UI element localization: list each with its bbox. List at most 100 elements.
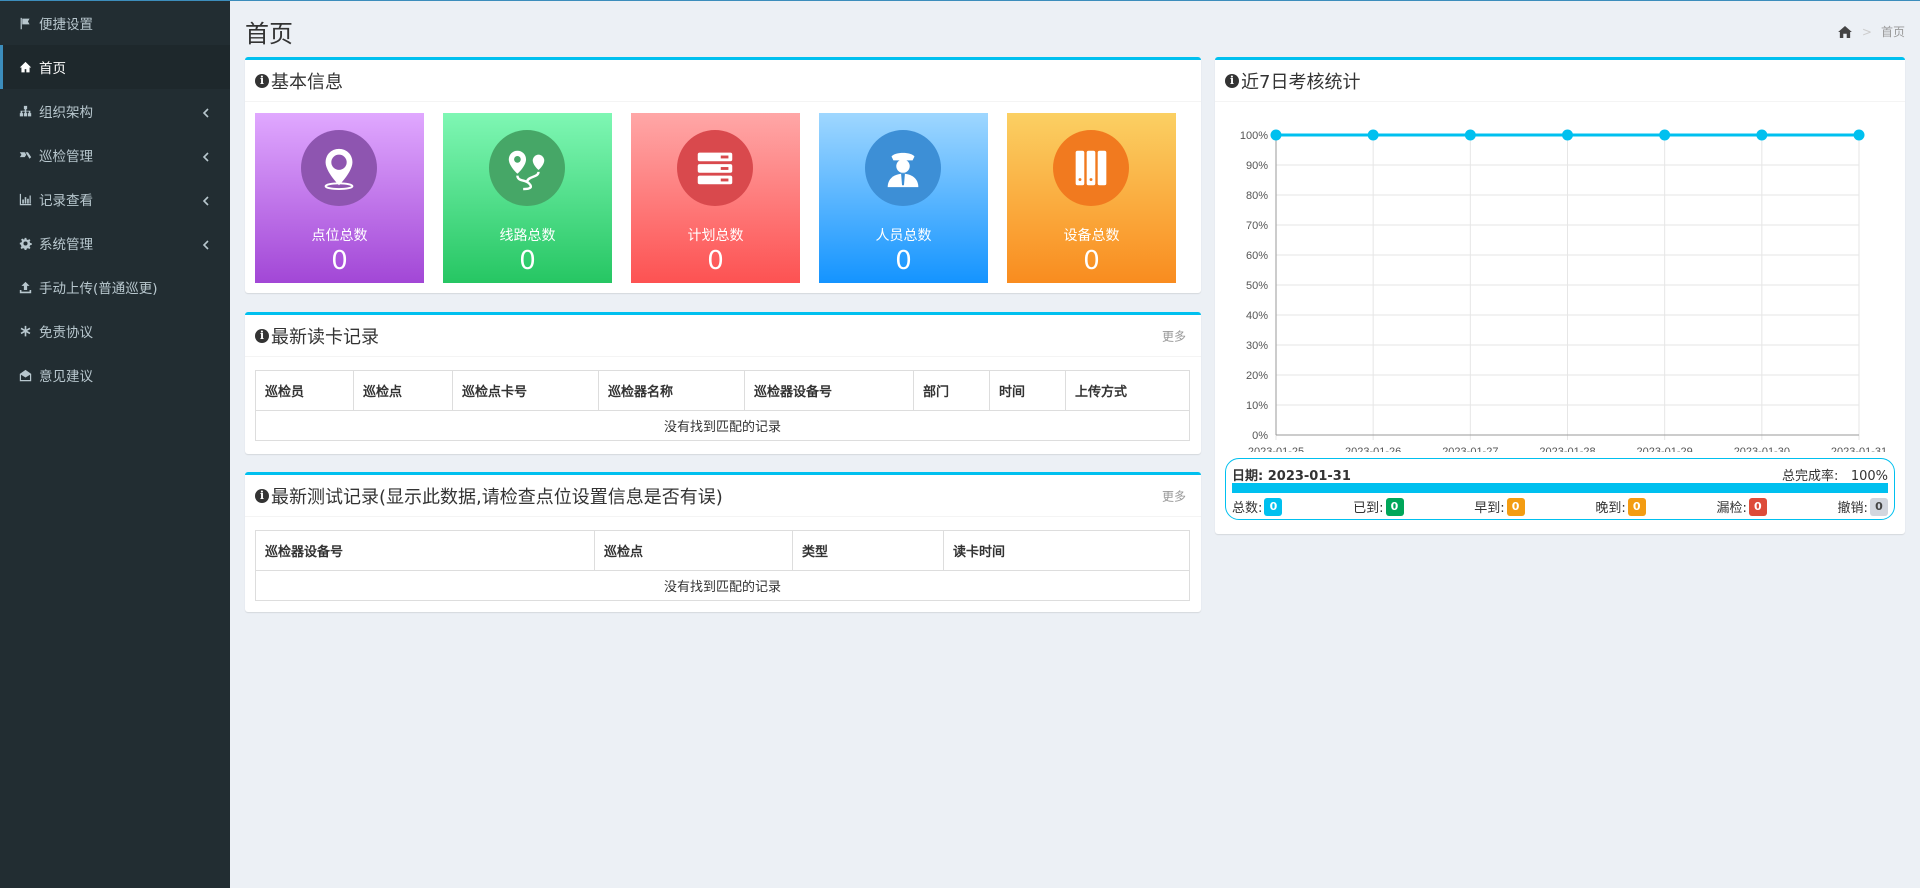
- stat-cards: 点位总数 0 线路总数 0 计划总数 0 人员总数 0 设备总数 0: [255, 113, 1176, 283]
- chevron-left-icon: [202, 238, 210, 250]
- panel-title: i 最新读卡记录: [255, 323, 379, 349]
- envelope-open-icon: [17, 368, 33, 382]
- x-tick-label: 2023-01-28: [1539, 446, 1595, 452]
- basic-info-header: i 基本信息: [245, 60, 1201, 102]
- panel-title-text: 最新测试记录(显示此数据,请检查点位设置信息是否有误): [271, 486, 723, 508]
- sidebar-item-label: 巡检管理: [39, 149, 93, 165]
- column-header[interactable]: 类型: [792, 530, 944, 571]
- stat-card-value: 0: [895, 246, 912, 276]
- info-icon: i: [255, 488, 269, 503]
- data-point: [1270, 129, 1282, 141]
- more-link[interactable]: 更多: [1162, 487, 1186, 504]
- progress-fill: [1232, 483, 1888, 493]
- sidebar-item-home[interactable]: 首页: [0, 45, 230, 89]
- home-icon[interactable]: [1838, 25, 1852, 38]
- x-tick-label: 2023-01-27: [1442, 446, 1498, 452]
- y-tick-label: 20%: [1246, 370, 1268, 382]
- sidebar-item-disclaimer[interactable]: 免责协议: [0, 309, 230, 353]
- stat-card-plans[interactable]: 计划总数 0: [631, 113, 800, 283]
- breadcrumb-separator: >: [1861, 24, 1872, 39]
- bar-chart-icon: [17, 192, 33, 206]
- sidebar-item-patrol-management[interactable]: 巡检管理: [0, 133, 230, 177]
- column-header[interactable]: 巡检器名称: [598, 370, 745, 411]
- column-header[interactable]: 巡检器设备号: [744, 370, 914, 411]
- flag-icon: [17, 16, 33, 30]
- x-tick-label: 2023-01-31: [1831, 446, 1887, 452]
- completion-line-chart: 0% 10% 20% 30% 40% 50% 60% 70% 80% 90% 100% 2023-01…: [1240, 129, 1887, 452]
- weekly-stats-panel: i 近7日考核统计 0% 10% 20% 30% 40% 50% 60% 70% 80% 90% 1…: [1215, 57, 1905, 534]
- stat-card-value: 0: [519, 246, 536, 276]
- x-tick-label: 2023-01-25: [1248, 446, 1304, 452]
- column-header[interactable]: 读卡时间: [943, 530, 1190, 571]
- panel-title-text: 基本信息: [271, 71, 343, 93]
- column-header[interactable]: 部门: [913, 370, 990, 411]
- column-header[interactable]: 巡检器设备号: [255, 530, 595, 571]
- test-records-table: 巡检器设备号 巡检点 类型 读卡时间 没有找到匹配的记录: [255, 530, 1190, 601]
- empty-message: 没有找到匹配的记录: [663, 580, 781, 595]
- data-point: [1853, 129, 1865, 141]
- data-point: [1367, 129, 1379, 141]
- stat-card-devices[interactable]: 设备总数 0: [1007, 113, 1176, 283]
- stat-missed: 漏检: 0: [1716, 497, 1767, 516]
- sidebar: 便捷设置 首页 组织架构 巡检管理 记录查看 系统管理 手动上传(普通巡更) 免…: [0, 0, 230, 888]
- column-header[interactable]: 巡检点: [353, 370, 453, 411]
- status-badge: 0: [1385, 497, 1404, 516]
- completion-progress-bar: [1232, 483, 1888, 493]
- stat-label: 早到:: [1474, 501, 1505, 516]
- sidebar-item-quick-settings[interactable]: 便捷设置: [0, 1, 230, 45]
- sidebar-item-label: 手动上传(普通巡更): [39, 281, 158, 297]
- column-header[interactable]: 巡检点卡号: [452, 370, 599, 411]
- column-header[interactable]: 巡检员: [255, 370, 354, 411]
- asterisk-icon: [17, 324, 33, 338]
- chevron-left-icon: [202, 106, 210, 118]
- stat-card-routes[interactable]: 线路总数 0: [443, 113, 612, 283]
- status-badge: 0: [1748, 497, 1767, 516]
- column-header[interactable]: 上传方式: [1065, 370, 1190, 411]
- stat-card-value: 0: [707, 246, 724, 276]
- status-badge: 0: [1869, 497, 1888, 516]
- page-title: 首页: [245, 20, 293, 48]
- weekly-stats-header: i 近7日考核统计: [1215, 60, 1905, 102]
- breadcrumb-current: 首页: [1880, 25, 1905, 39]
- completion-rate-value: 100%: [1850, 469, 1888, 484]
- tasks-icon: [17, 148, 33, 162]
- test-records-panel: i 最新测试记录(显示此数据,请检查点位设置信息是否有误) 更多 巡检器设备号 …: [245, 472, 1201, 612]
- guard-icon: [865, 130, 941, 206]
- panel-title: i 最新测试记录(显示此数据,请检查点位设置信息是否有误): [255, 483, 723, 509]
- data-point: [1756, 129, 1768, 141]
- table-row: 没有找到匹配的记录: [256, 571, 1190, 601]
- stat-card-label: 人员总数: [875, 228, 932, 244]
- column-header[interactable]: 巡检点: [594, 530, 793, 571]
- stats-row: 日期: 2023-01-31 总完成率: 100%: [1232, 465, 1888, 484]
- device-icon: [1053, 130, 1129, 206]
- stat-card-people[interactable]: 人员总数 0: [819, 113, 988, 283]
- sidebar-item-label: 记录查看: [39, 193, 93, 209]
- main-content: 首页 > 首页 i 基本信息 点位总数 0 线路总数 0 计划总数 0 人员总数…: [230, 0, 1920, 888]
- stat-arrived: 已到: 0: [1353, 497, 1404, 516]
- card-records-panel: i 最新读卡记录 更多 巡检员 巡检点 巡检点卡号 巡检器名称 巡检器设备号 部…: [245, 312, 1201, 454]
- sidebar-item-feedback[interactable]: 意见建议: [0, 353, 230, 397]
- daily-stats-summary: 日期: 2023-01-31 总完成率: 100% 总数: 0 已到: 0 早到: 0…: [1225, 458, 1895, 520]
- stat-label: 总数:: [1232, 501, 1263, 516]
- test-records-header: i 最新测试记录(显示此数据,请检查点位设置信息是否有误) 更多: [245, 475, 1201, 517]
- sidebar-item-records[interactable]: 记录查看: [0, 177, 230, 221]
- sidebar-item-label: 首页: [39, 61, 66, 77]
- sidebar-item-manual-upload[interactable]: 手动上传(普通巡更): [0, 265, 230, 309]
- sidebar-item-organization[interactable]: 组织架构: [0, 89, 230, 133]
- sidebar-item-system[interactable]: 系统管理: [0, 221, 230, 265]
- chevron-left-icon: [202, 150, 210, 162]
- data-point: [1562, 129, 1573, 141]
- stat-card-points[interactable]: 点位总数 0: [255, 113, 424, 283]
- more-link[interactable]: 更多: [1162, 327, 1186, 344]
- column-header[interactable]: 时间: [989, 370, 1066, 411]
- breadcrumb: > 首页: [1838, 23, 1905, 40]
- y-tick-label: 80%: [1246, 190, 1268, 202]
- panel-title-text: 最新读卡记录: [271, 326, 379, 348]
- sidebar-item-label: 组织架构: [39, 105, 93, 121]
- upload-icon: [17, 280, 33, 294]
- stat-card-label: 设备总数: [1063, 228, 1120, 244]
- basic-info-panel: i 基本信息 点位总数 0 线路总数 0 计划总数 0 人员总数 0 设备总数 …: [245, 57, 1201, 293]
- stat-cancelled: 撤销: 0: [1838, 497, 1888, 516]
- x-tick-label: 2023-01-30: [1734, 446, 1790, 452]
- y-tick-label: 70%: [1246, 220, 1268, 232]
